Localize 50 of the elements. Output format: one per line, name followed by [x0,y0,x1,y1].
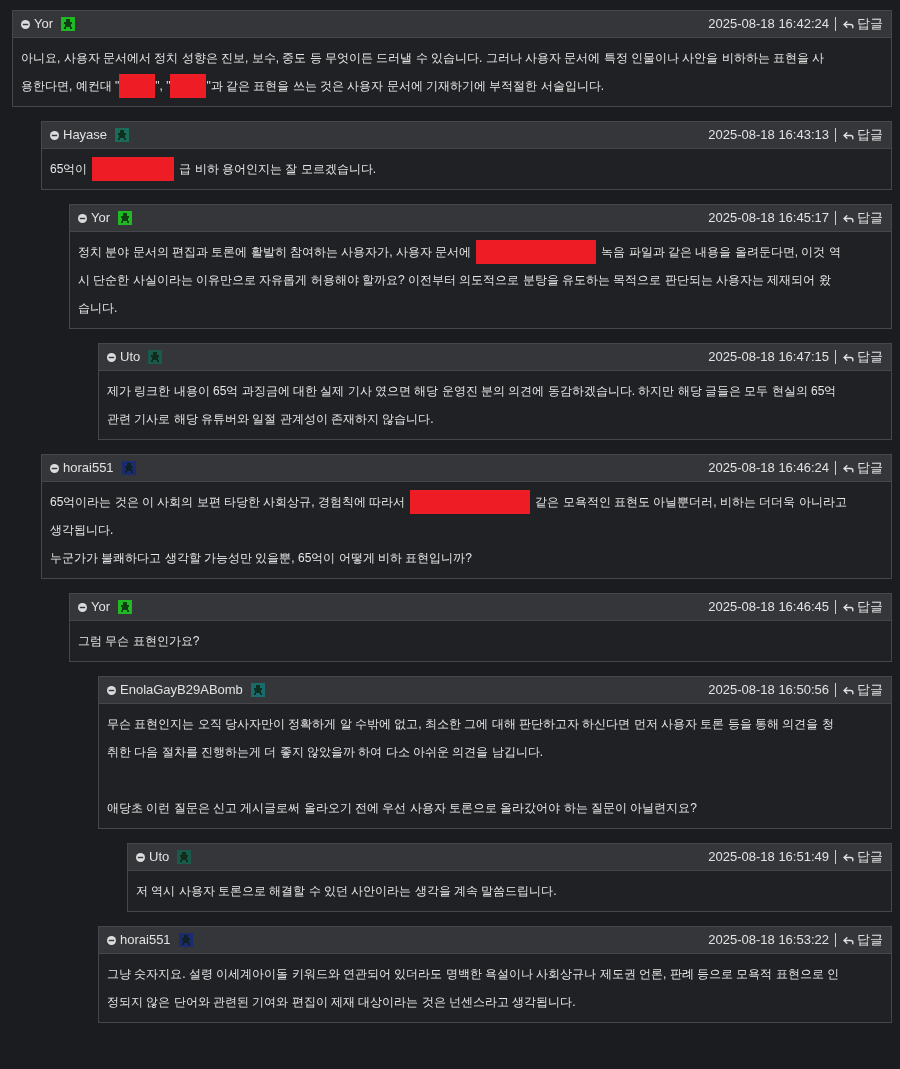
comment-text: 무슨 표현인지는 오직 당사자만이 정확하게 알 수밖에 없고, 최소한 그에 대해 판단하고자 하신다면 먼저 사용자 토론 등을 통해 의견을 청 [107,716,834,733]
reply-button[interactable]: 답글 [842,347,883,367]
timestamp: 2025-08-18 16:46:45 [708,598,829,617]
comment-text: ", " [155,78,171,95]
author-name[interactable]: Uto [120,347,141,367]
timestamp: 2025-08-18 16:53:22 [708,931,829,950]
comment-text: 용한다면, 예컨대 " [21,78,120,95]
timestamp: 2025-08-18 16:51:49 [708,848,829,867]
comment-text: 생각됩니다. [50,522,114,539]
timestamp: 2025-08-18 16:42:24 [708,15,829,34]
comment-text: 같은 모욕적인 표현도 아닐뿐더러, 비하는 더더욱 아니라고 [535,494,847,511]
reply-button[interactable]: 답글 [842,208,883,228]
comment-text: 관련 기사로 해당 유튜버와 일절 관계성이 존재하지 않습니다. [107,411,434,428]
comment-text: 녹음 파일과 같은 내용을 올려둔다면, 이것 역 [601,244,841,261]
reply-button[interactable]: 답글 [842,930,883,950]
comment-text: 누군가가 불쾌하다고 생각할 가능성만 있을뿐, 65억이 어떻게 비하 표현입니까? [50,550,473,567]
reply-button[interactable]: 답글 [842,458,883,478]
comment-text: 습니다. [78,300,118,317]
author-name[interactable]: Hayase [63,125,108,145]
timestamp: 2025-08-18 16:47:15 [708,348,829,367]
comment-text: 그냥 숫자지요. 설령 이세계아이돌 키워드와 연관되어 있더라도 명백한 욕설이나 사회상규나 제도권 언론, 판례 등으로 모욕적 표현으로 인 [107,966,839,983]
timestamp: 2025-08-18 16:50:56 [708,681,829,700]
author-name[interactable]: Uto [149,847,170,867]
comment-text: 급 비하 용어인지는 잘 모르겠습니다. [179,161,377,178]
author-name[interactable]: Yor [91,597,111,617]
timestamp: 2025-08-18 16:46:24 [708,459,829,478]
author-name[interactable]: Yor [34,14,54,34]
comment-text: 65억이라는 것은 이 사회의 보편 타당한 사회상규, 경험칙에 따라서 [50,494,406,511]
comment-text: 제가 링크한 내용이 65억 과징금에 대한 실제 기사 였으면 해당 운영진 분의 의견에 동감하겠습니다. 하지만 해당 글들은 모두 현실의 65억 [107,383,837,400]
comment-text: 정되지 않은 단어와 관련된 기여와 편집이 제재 대상이라는 것은 넌센스라고 생각됩니다. [107,994,576,1011]
comment-text: 그럼 무슨 표현인가요? [78,633,200,650]
comment-text: 저 역시 사용자 토론으로 해결할 수 있던 사안이라는 생각을 계속 말씀드립니다. [136,883,557,900]
comment-text: 정치 분야 문서의 편집과 토론에 활발히 참여하는 사용자가, 사용자 문서에 [78,244,472,261]
author-name[interactable]: Yor [91,208,111,228]
author-name[interactable]: EnolaGayB29ABomb [120,680,243,700]
comment-text: 65억이 [50,161,88,178]
author-name[interactable]: horai551 [120,930,171,950]
timestamp: 2025-08-18 16:43:13 [708,126,829,145]
timestamp: 2025-08-18 16:45:17 [708,209,829,228]
author-name[interactable]: horai551 [63,458,114,478]
comment-text: "과 같은 표현을 쓰는 것은 사용자 문서에 기재하기에 부적절한 서술입니다. [206,78,605,95]
reply-button[interactable]: 답글 [842,125,883,145]
comment-text: 시 단순한 사실이라는 이유만으로 자유롭게 허용해야 할까요? 이전부터 의도적으로 분탕을 유도하는 목적으로 판단되는 사용자는 제재되어 왔 [78,272,831,289]
reply-button[interactable]: 답글 [842,680,883,700]
comment-text: 취한 다음 절차를 진행하는게 더 좋지 않았을까 하여 다소 아쉬운 의견을 남깁니다. [107,744,543,761]
reply-button[interactable]: 답글 [842,597,883,617]
reply-button[interactable]: 답글 [842,847,883,867]
reply-button[interactable]: 답글 [842,14,883,34]
comment-text: 애당초 이런 질문은 신고 게시글로써 올라오기 전에 우선 사용자 토론으로 올라갔어야 하는 질문이 아닐련지요? [107,800,697,817]
comment-text: 아니요, 사용자 문서에서 정치 성향은 진보, 보수, 중도 등 무엇이든 드러낼 수 있습니다. 그러나 사용자 문서에 특정 인물이나 사안을 비하하는 표현을 사 [21,50,825,67]
